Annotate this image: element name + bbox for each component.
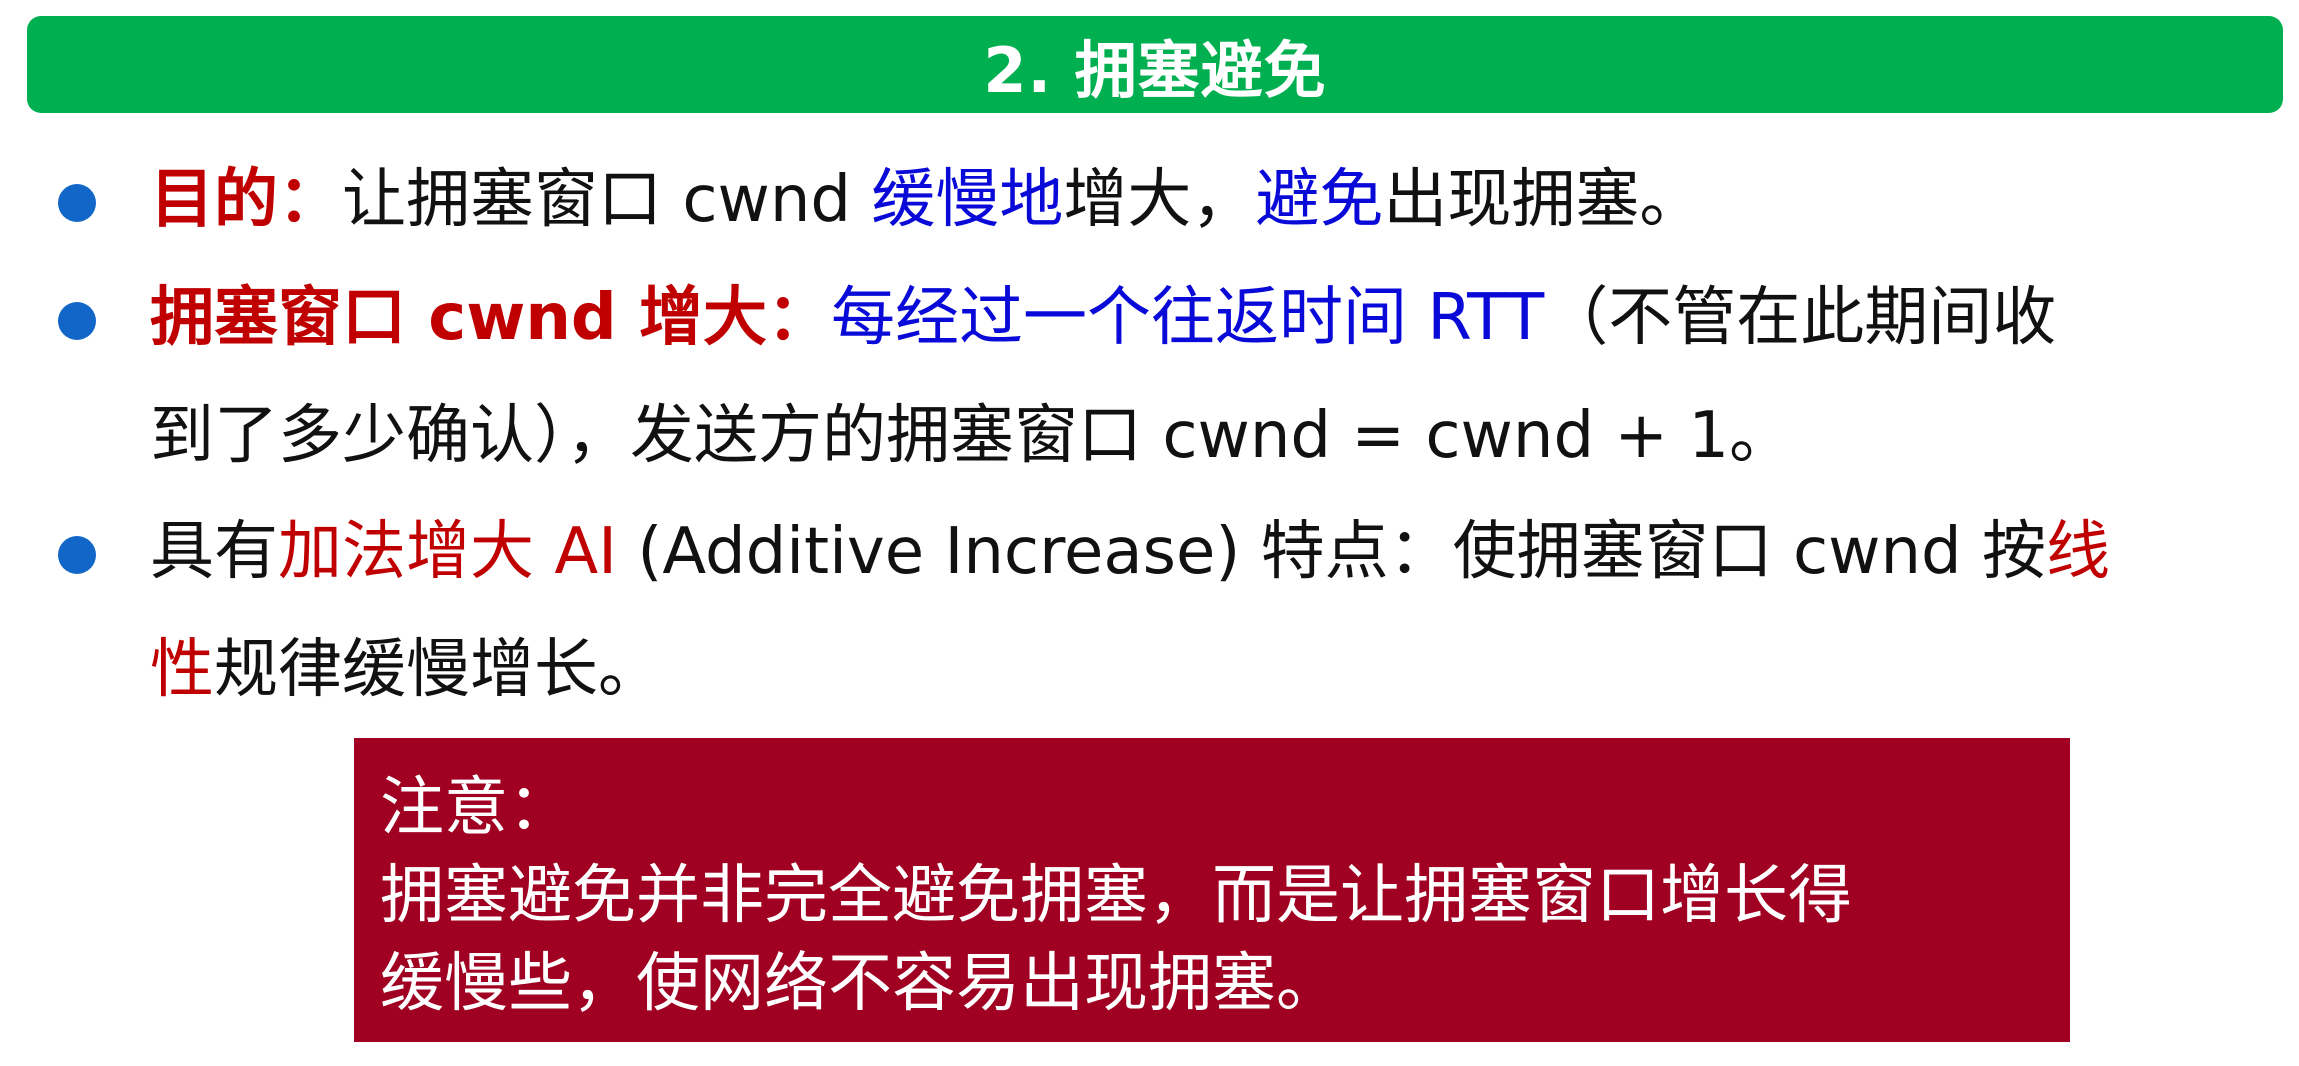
bullet-2-label: 拥塞窗口 cwnd 增大： — [150, 281, 831, 355]
bullet-3-text-b: (Additive Increase) 特点：使拥塞窗口 cwnd 按 — [617, 515, 2047, 589]
note-heading: 注意： — [380, 771, 572, 845]
bullet-1: 目的：让拥塞窗口 cwnd 缓慢地增大，避免出现拥塞。 — [150, 168, 1703, 232]
bullet-1-emph-a: 缓慢地 — [871, 163, 1064, 237]
bullet-2-line-1: 拥塞窗口 cwnd 增大：每经过一个往返时间 RTT（不管在此期间收 — [150, 286, 2056, 350]
bullet-3-line-1: 具有加法增大 AI (Additive Increase) 特点：使拥塞窗口 c… — [150, 520, 2110, 584]
bullet-1-emph-b: 避免 — [1255, 163, 1384, 237]
slide-title: 2. 拥塞避免 — [983, 33, 1327, 107]
bullet-2-text-b: 到了多少确认），发送方的拥塞窗口 cwnd = cwnd + 1。 — [150, 399, 1794, 473]
bullet-3-text-a: 具有 — [150, 515, 278, 589]
bullet-3-emph-a: 加法增大 AI — [278, 515, 617, 589]
bullet-3-text-c: 规律缓慢增长。 — [214, 633, 662, 707]
bullet-dot-3 — [58, 536, 96, 574]
bullet-dot-2 — [58, 302, 96, 340]
bullet-2-text-a: （不管在此期间收 — [1544, 281, 2057, 355]
bullet-1-label: 目的： — [150, 163, 342, 237]
bullet-3-emph-b2: 性 — [150, 633, 214, 707]
bullet-1-text-a: 让拥塞窗口 cwnd — [342, 163, 872, 237]
note-line-2: 缓慢些，使网络不容易出现拥塞。 — [380, 947, 1340, 1021]
note-line-1: 拥塞避免并非完全避免拥塞，而是让拥塞窗口增长得 — [380, 859, 1852, 933]
bullet-1-text-c: 出现拥塞。 — [1383, 163, 1704, 237]
bullet-3-emph-b1: 线 — [2046, 515, 2111, 589]
bullet-1-text-b: 增大， — [1063, 163, 1256, 237]
note-box: 注意： 拥塞避免并非完全避免拥塞，而是让拥塞窗口增长得 缓慢些，使网络不容易出现… — [354, 738, 2070, 1042]
bullet-3-line-2: 性规律缓慢增长。 — [150, 638, 662, 702]
title-bar: 2. 拥塞避免 — [27, 16, 2283, 113]
bullet-2-line-2: 到了多少确认），发送方的拥塞窗口 cwnd = cwnd + 1。 — [150, 404, 1793, 468]
bullet-2-emph: 每经过一个往返时间 RTT — [831, 281, 1545, 355]
bullet-dot-1 — [58, 184, 96, 222]
